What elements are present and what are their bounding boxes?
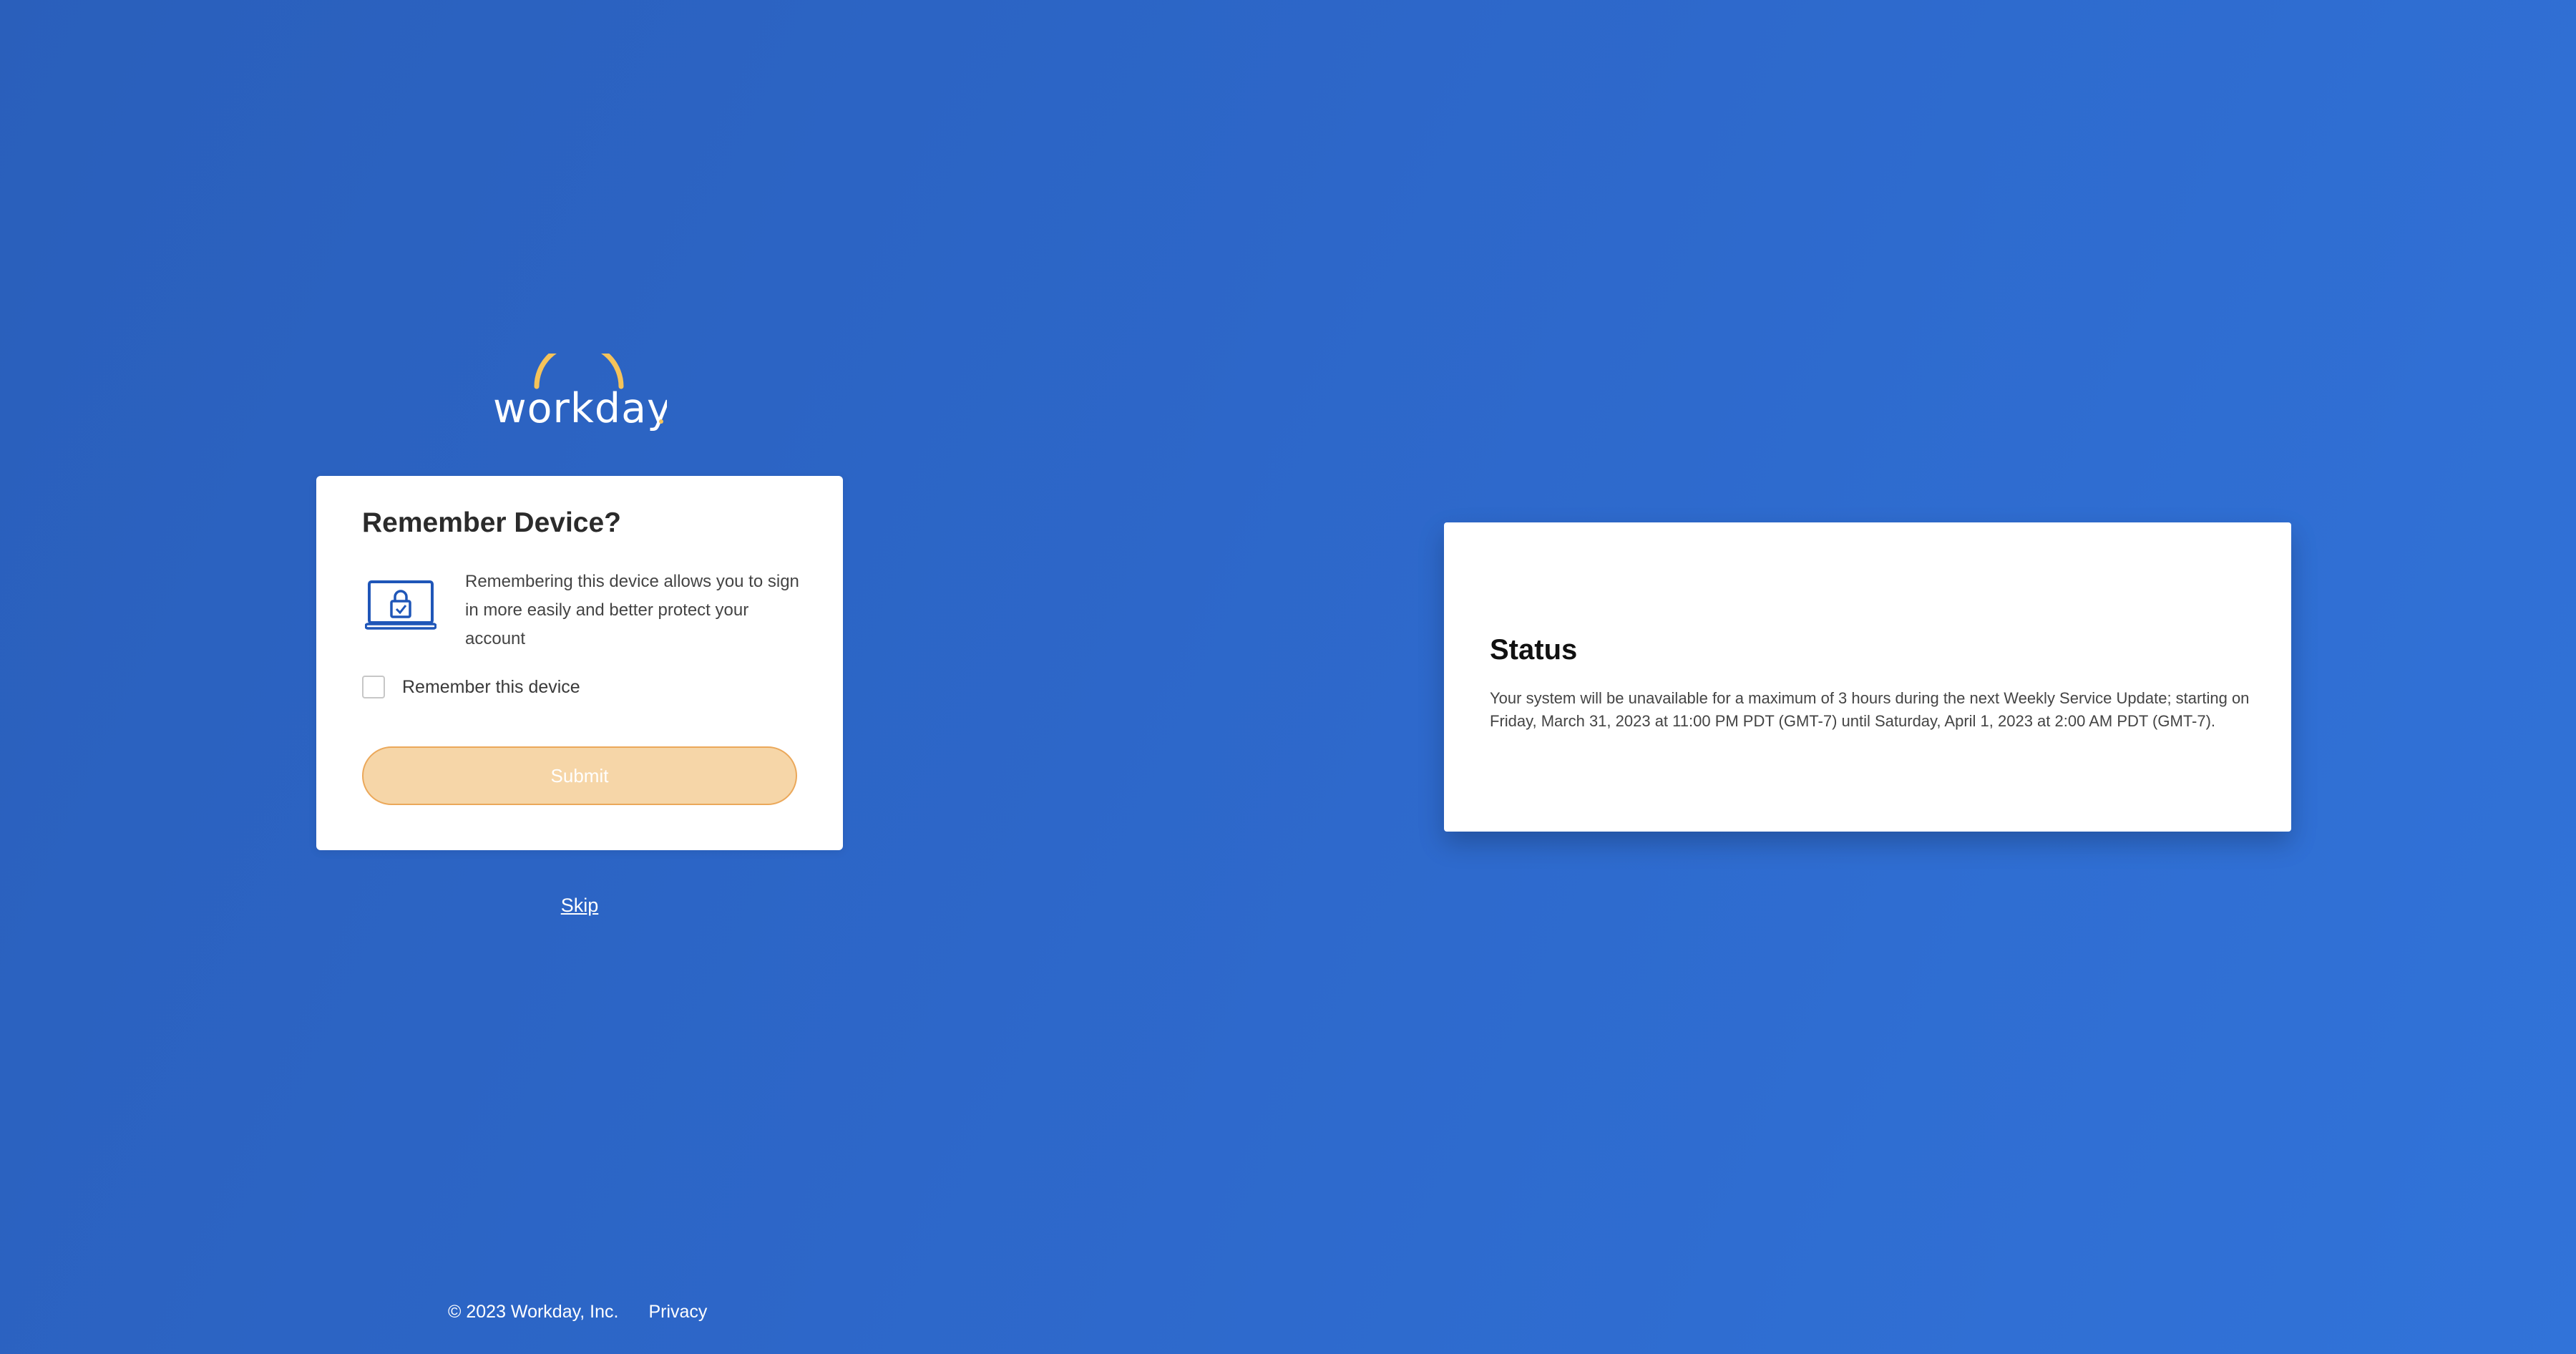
workday-logo-text: workday (493, 385, 667, 432)
copyright-text: © 2023 Workday, Inc. (448, 1301, 619, 1322)
workday-logo-graphic: workday (493, 354, 667, 432)
remember-device-title: Remember Device? (362, 507, 622, 538)
laptop-lock-icon (365, 579, 436, 632)
status-message: Your system will be unavailable for a ma… (1490, 689, 2250, 730)
submit-button[interactable]: Submit (362, 746, 797, 805)
privacy-link[interactable]: Privacy (648, 1302, 707, 1323)
status-card: Status Your system will be unavailable f… (1444, 522, 2291, 832)
footer: © 2023 Workday, Inc. Privacy (448, 1299, 707, 1325)
workday-logo: workday (491, 354, 667, 434)
status-title: Status (1490, 634, 1578, 666)
remember-device-checkbox-label[interactable]: Remember this device (402, 677, 580, 698)
remember-device-checkbox-row[interactable]: Remember this device (362, 674, 580, 700)
remember-device-card: Remember Device? Remembering this device… (316, 476, 843, 850)
skip-link[interactable]: Skip (544, 895, 615, 917)
remember-device-checkbox[interactable] (362, 676, 385, 698)
remember-device-description: Remembering this device allows you to si… (465, 572, 799, 648)
